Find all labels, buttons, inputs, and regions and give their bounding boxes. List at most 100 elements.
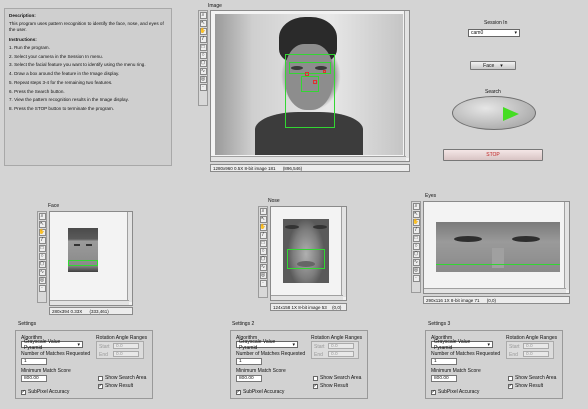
oval-icon[interactable]: ○ [412, 243, 420, 250]
show-search-area-checkbox[interactable]: Show Search Area [98, 375, 146, 381]
show-search-area-checkbox[interactable]: Show Search Area [313, 375, 361, 381]
main-image-status: 1280x960 0.5X 8-bit image 181 (896,546) [210, 164, 410, 172]
search-button[interactable] [452, 96, 536, 130]
algorithm-select[interactable]: Grayscale Value Pyramid ▾ [431, 339, 493, 351]
hand-icon[interactable]: ✋ [412, 219, 420, 226]
pointer-icon[interactable]: ↖ [199, 20, 207, 27]
end-angle-field[interactable]: 0.0 [523, 351, 549, 357]
rectangle-icon[interactable]: □ [259, 240, 267, 247]
nose-toolbar: ⌕ ↖ ✋ / □ ○ ⬠ ∿ ◎ · [258, 206, 268, 298]
line-icon[interactable]: / [38, 237, 46, 244]
line-icon[interactable]: / [259, 232, 267, 239]
algorithm-select[interactable]: Grayscale Value Pyramid ▾ [21, 339, 83, 351]
freehand-icon[interactable]: ∿ [259, 264, 267, 271]
min-score-field[interactable]: 800.00 [431, 375, 457, 382]
rectangle-icon[interactable]: □ [38, 245, 46, 252]
annulus-icon[interactable]: ◎ [38, 277, 46, 284]
show-search-area-label: Show Search Area [320, 375, 362, 381]
min-score-field[interactable]: 800.00 [236, 375, 262, 382]
show-result-checkbox[interactable]: ✓ Show Result [508, 383, 543, 389]
min-score-value: 800.00 [24, 376, 39, 381]
eyes-hscroll[interactable] [424, 288, 566, 293]
point-icon[interactable]: · [199, 84, 207, 91]
pointer-icon[interactable]: ↖ [412, 211, 420, 218]
hand-icon[interactable]: ✋ [38, 229, 46, 236]
show-search-area-checkbox[interactable]: Show Search Area [508, 375, 556, 381]
checkmark-icon: ✓ [431, 388, 436, 395]
main-image-hscroll[interactable] [211, 156, 406, 161]
checkbox-icon [98, 375, 103, 381]
algorithm-select[interactable]: Grayscale Value Pyramid ▾ [236, 338, 298, 351]
main-image-label: Image [208, 3, 222, 9]
subpixel-checkbox[interactable]: ✓ SubPixel Accuracy [236, 389, 284, 395]
annulus-icon[interactable]: ◎ [259, 272, 267, 279]
end-angle-field[interactable]: 0.0 [113, 351, 139, 357]
oval-icon[interactable]: ○ [199, 52, 207, 59]
oval-icon[interactable]: ○ [259, 248, 267, 255]
hand-icon[interactable]: ✋ [199, 28, 207, 35]
instruction-step: 4. Draw a box around the feature in the … [9, 71, 120, 77]
eyes-display[interactable] [423, 201, 570, 294]
polygon-icon[interactable]: ⬠ [412, 251, 420, 258]
session-in-select[interactable]: cam0 ▾ [468, 29, 520, 37]
matches-label: Number of Matches Requested [21, 351, 91, 357]
min-score-field[interactable]: 800.00 [21, 375, 47, 382]
start-angle-field[interactable]: 0.0 [113, 343, 139, 349]
freehand-icon[interactable]: ∿ [38, 269, 46, 276]
nose-label: Nose [268, 198, 280, 204]
main-image-vscroll[interactable] [404, 11, 409, 158]
subpixel-checkbox[interactable]: ✓ SubPixel Accuracy [21, 389, 69, 395]
nose-info: 124x158 1X 8-bit image 53 [273, 305, 327, 310]
point-icon[interactable]: · [38, 285, 46, 292]
face-hscroll[interactable] [50, 300, 129, 305]
matches-field[interactable]: 1 [431, 358, 457, 365]
min-score-value: 800.00 [239, 376, 254, 381]
rectangle-icon[interactable]: □ [412, 235, 420, 242]
instruction-step: 3. Select the facial feature you want to… [9, 62, 146, 68]
main-image-display[interactable] [210, 10, 410, 162]
subpixel-checkbox[interactable]: ✓ SubPixel Accuracy [431, 389, 479, 395]
instruction-step: 7. View the pattern recognition results … [9, 97, 129, 103]
show-search-area-label: Show Search Area [105, 375, 147, 381]
polygon-icon[interactable]: ⬠ [38, 261, 46, 268]
freehand-icon[interactable]: ∿ [412, 259, 420, 266]
nose-coords: (0,0) [332, 305, 342, 310]
line-icon[interactable]: / [199, 36, 207, 43]
face-vscroll[interactable] [127, 212, 132, 302]
line-icon[interactable]: / [412, 227, 420, 234]
face-display[interactable] [49, 211, 133, 306]
show-result-checkbox[interactable]: ✓ Show Result [98, 383, 133, 389]
nose-hscroll[interactable] [271, 295, 343, 300]
rectangle-icon[interactable]: □ [199, 44, 207, 51]
stop-button[interactable]: STOP [443, 149, 543, 161]
polygon-icon[interactable]: ⬠ [199, 60, 207, 67]
show-result-checkbox[interactable]: ✓ Show Result [313, 383, 348, 389]
hand-icon[interactable]: ✋ [259, 224, 267, 231]
end-angle-field[interactable]: 0.0 [328, 351, 354, 357]
point-icon[interactable]: · [412, 275, 420, 282]
nose-vscroll[interactable] [341, 207, 346, 297]
annulus-icon[interactable]: ◎ [412, 267, 420, 274]
annulus-icon[interactable]: ◎ [199, 76, 207, 83]
pointer-icon[interactable]: ↖ [38, 221, 46, 228]
zoom-icon[interactable]: ⌕ [412, 203, 420, 210]
start-angle-field[interactable]: 0.0 [328, 343, 354, 349]
right-eye [512, 236, 540, 242]
freehand-icon[interactable]: ∿ [199, 68, 207, 75]
zoom-icon[interactable]: ⌕ [259, 208, 267, 215]
polygon-icon[interactable]: ⬠ [259, 256, 267, 263]
point-icon[interactable]: · [259, 280, 267, 287]
nose-display[interactable] [270, 206, 347, 301]
pointer-icon[interactable]: ↖ [259, 216, 267, 223]
eyes-vscroll[interactable] [564, 202, 569, 290]
show-result-label: Show Result [515, 383, 544, 389]
matches-field[interactable]: 1 [236, 358, 262, 365]
zoom-icon[interactable]: ⌕ [38, 213, 46, 220]
oval-icon[interactable]: ○ [38, 253, 46, 260]
face-thumbnail [68, 228, 98, 272]
matches-field[interactable]: 1 [21, 358, 47, 365]
zoom-icon[interactable]: ⌕ [199, 12, 207, 19]
feature-menu-ring[interactable]: Face ▾ [470, 61, 516, 70]
start-angle-field[interactable]: 0.0 [523, 343, 549, 349]
algorithm-value: Grayscale Value Pyramid [239, 338, 276, 351]
